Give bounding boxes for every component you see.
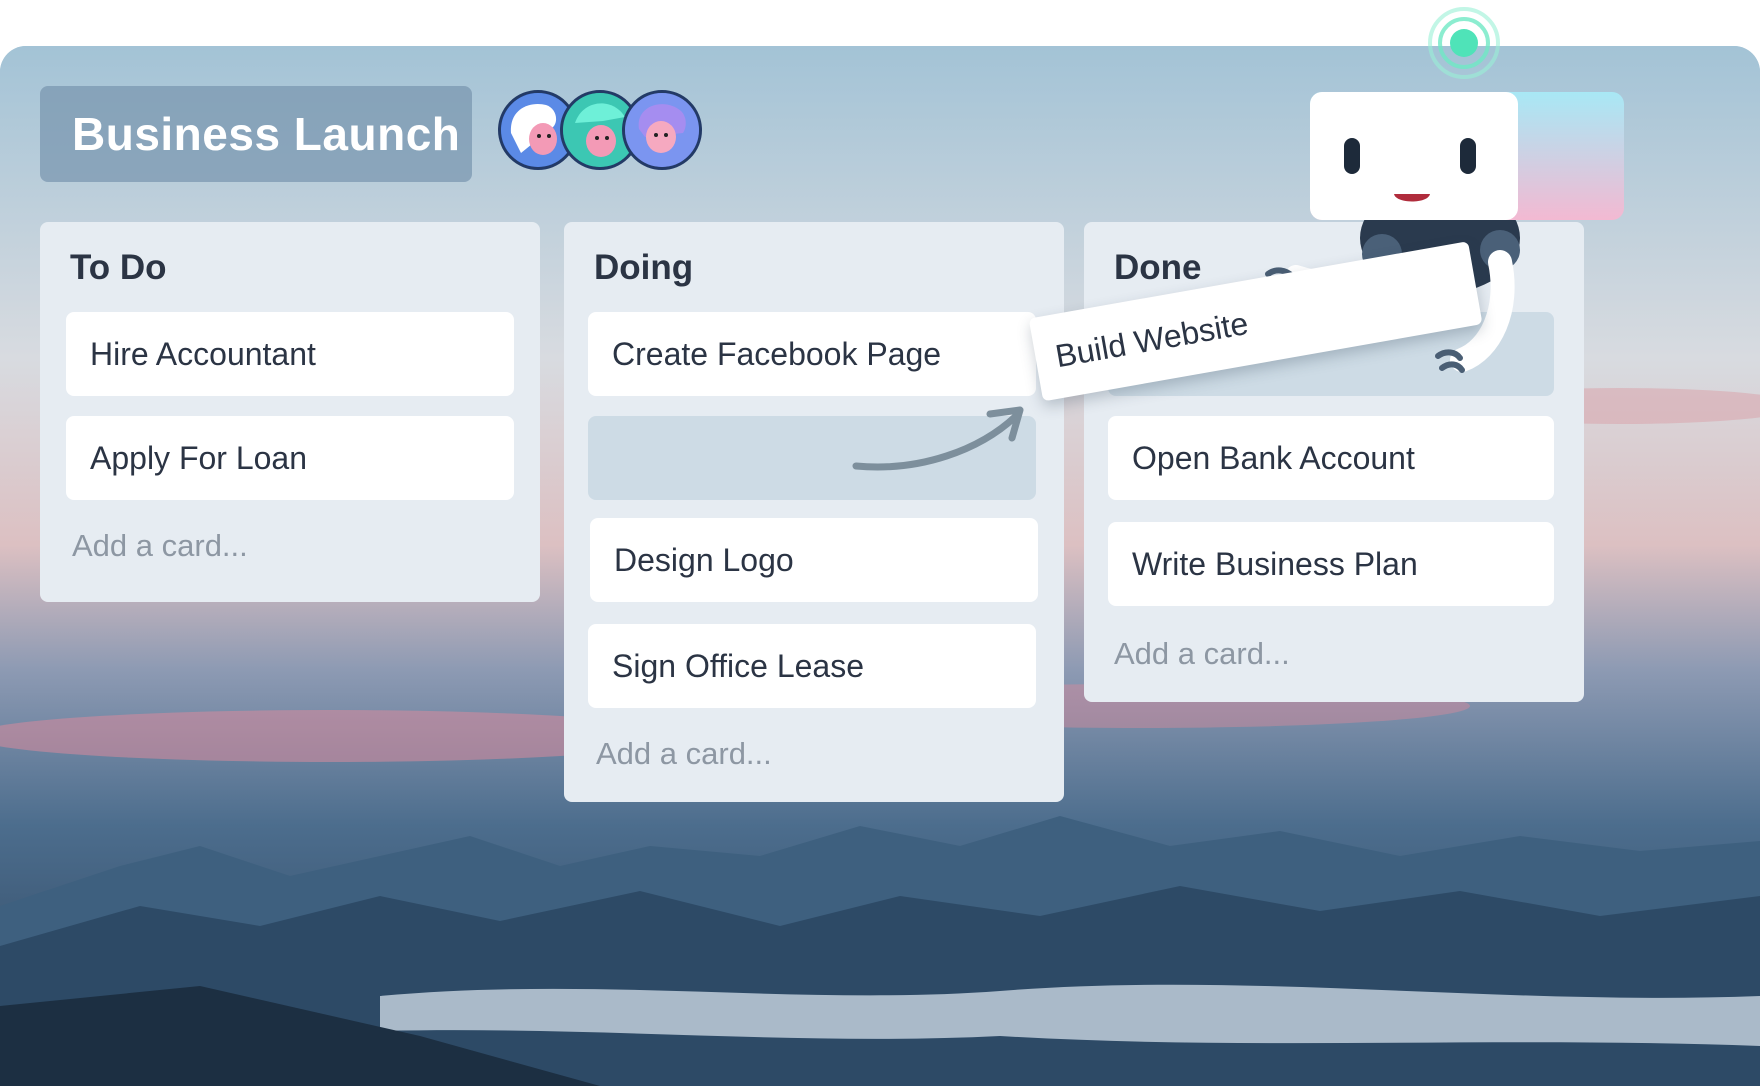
card[interactable]: Create Facebook Page — [588, 312, 1036, 396]
card[interactable]: Hire Accountant — [66, 312, 514, 396]
card[interactable]: Write Business Plan — [1108, 522, 1554, 606]
add-card-link[interactable]: Add a card... — [596, 736, 772, 772]
list-doing: Doing Create Facebook Page Design Logo S… — [564, 222, 1064, 802]
card[interactable]: Apply For Loan — [66, 416, 514, 500]
card[interactable]: Sign Office Lease — [588, 624, 1036, 708]
avatar-3-icon — [625, 93, 699, 167]
member-avatars[interactable] — [498, 90, 704, 174]
avatar[interactable] — [622, 90, 702, 170]
list-title: To Do — [70, 248, 167, 287]
add-card-link[interactable]: Add a card... — [72, 528, 248, 564]
board-canvas: Business Launch To Do Hire Accountant Ap… — [0, 46, 1760, 1086]
card[interactable]: Open Bank Account — [1108, 416, 1554, 500]
list-title: Doing — [594, 248, 694, 287]
board-title[interactable]: Business Launch — [40, 86, 472, 182]
list-title: Done — [1114, 248, 1202, 287]
card[interactable]: Design Logo — [590, 518, 1038, 602]
drop-placeholder — [588, 416, 1036, 500]
list-todo: To Do Hire Accountant Apply For Loan Add… — [40, 222, 540, 602]
add-card-link[interactable]: Add a card... — [1114, 636, 1290, 672]
